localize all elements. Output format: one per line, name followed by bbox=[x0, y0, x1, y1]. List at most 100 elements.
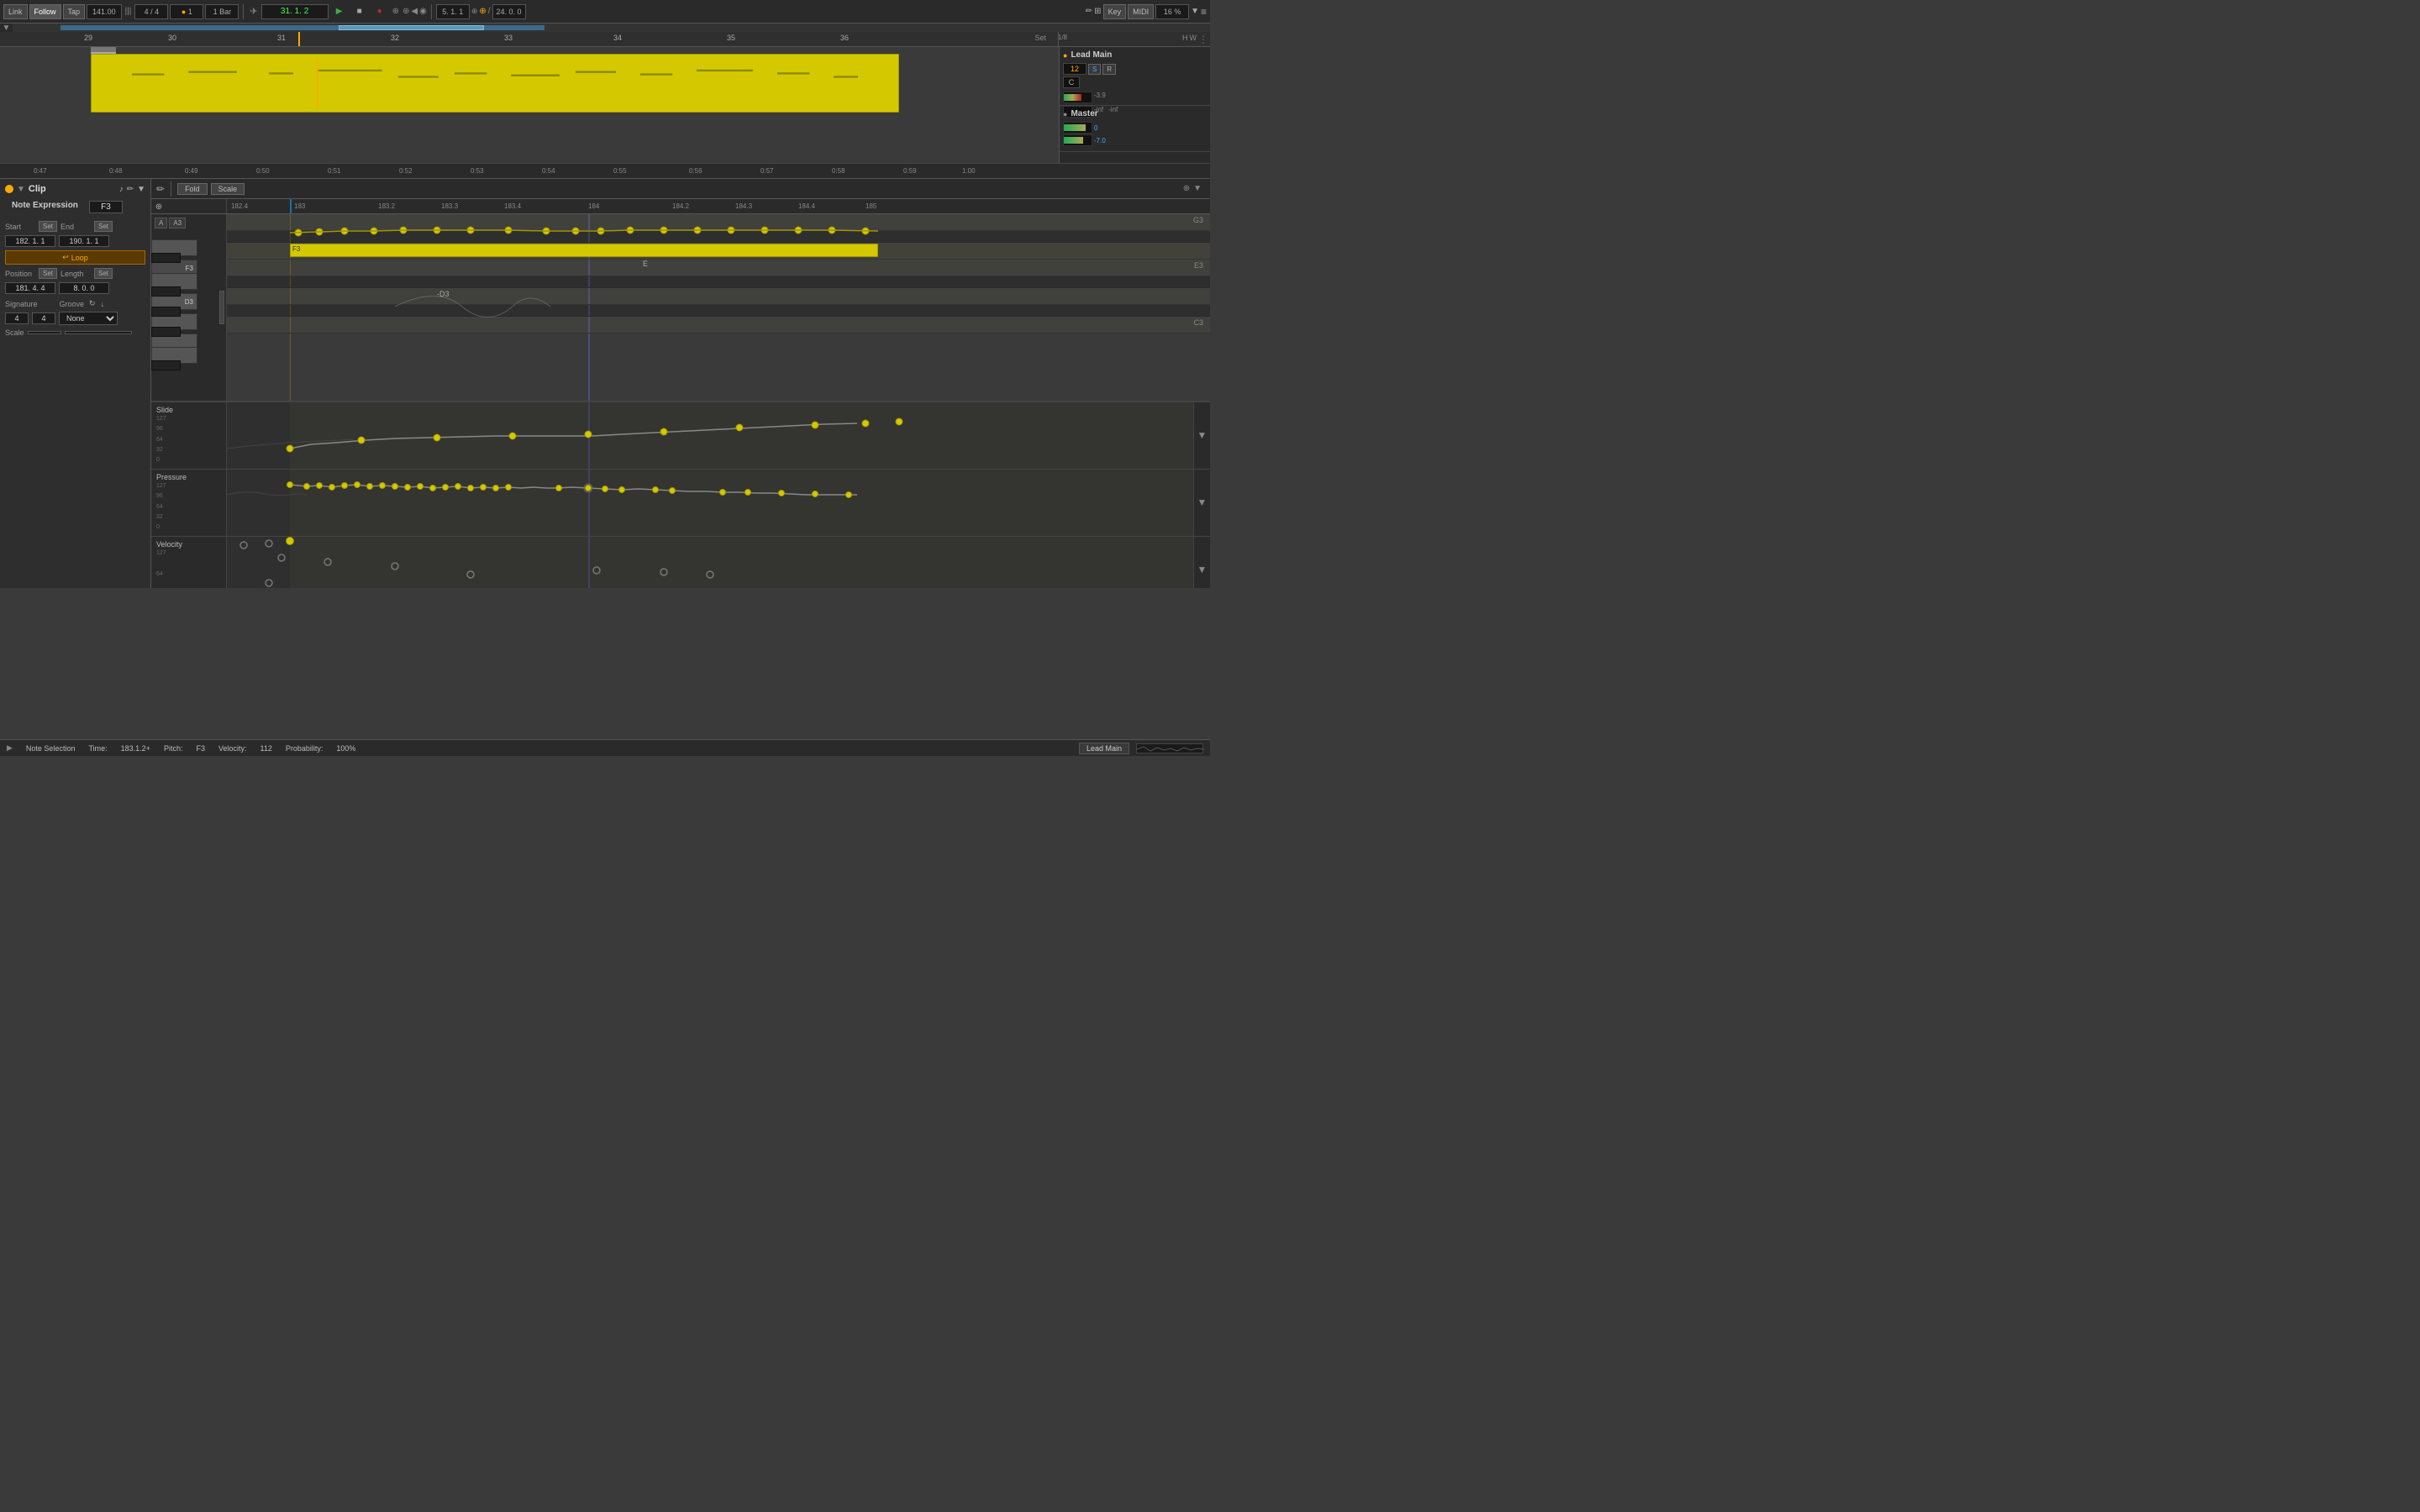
clip-note-icon[interactable]: ♪ bbox=[119, 185, 124, 194]
note-row-f3s bbox=[227, 231, 1210, 243]
length-value[interactable]: 8. 0. 0 bbox=[59, 282, 109, 294]
velocity-collapse-btn[interactable]: ▼ bbox=[1197, 564, 1207, 575]
piano-black-key-3[interactable] bbox=[151, 307, 181, 317]
master-vol2[interactable]: -7.0 bbox=[1094, 137, 1106, 144]
scale-mode-value[interactable] bbox=[65, 331, 132, 334]
zoom-display[interactable]: 16 % bbox=[1155, 4, 1189, 19]
piano-black-key-4[interactable] bbox=[151, 327, 181, 337]
status-velocity-label: Velocity: bbox=[218, 744, 247, 753]
ruler-mark-1833: 183.3 bbox=[441, 202, 458, 210]
piano-btn-a[interactable]: A bbox=[155, 218, 167, 228]
loop-length-display[interactable]: 1 Bar bbox=[205, 4, 239, 19]
top-toolbar: Link Follow Tap 141.00 ||| 4 / 4 ● 1 1 B… bbox=[0, 0, 1210, 24]
clip-title: Clip bbox=[29, 184, 46, 194]
slide-collapse-btn[interactable]: ▼ bbox=[1197, 429, 1207, 441]
arrangement-timecodes: 0:47 0:48 0:49 0:50 0:51 0:52 0:53 0:54 … bbox=[0, 163, 1210, 178]
velocity-content[interactable] bbox=[227, 537, 1193, 589]
midi-note-f3-main[interactable]: F3 bbox=[290, 244, 878, 257]
target-icon[interactable]: ⊕ bbox=[152, 200, 166, 213]
groove-select[interactable]: None bbox=[59, 312, 118, 325]
fold-button[interactable]: Fold bbox=[177, 183, 208, 195]
vu-left bbox=[1064, 94, 1081, 101]
quantize-display[interactable]: ● 1 bbox=[170, 4, 203, 19]
ruler-mark-31: 31 bbox=[277, 34, 286, 42]
piano-btn-a3[interactable]: A3 bbox=[169, 218, 186, 228]
position-value[interactable]: 181. 4. 4 bbox=[5, 282, 55, 294]
arr-nav-h[interactable]: H bbox=[1182, 34, 1188, 42]
status-play-btn[interactable]: ▶ bbox=[7, 743, 13, 753]
pressure-val-64: 64 bbox=[156, 504, 221, 510]
key-button[interactable]: Key bbox=[1103, 4, 1127, 19]
tc-048: 0:48 bbox=[109, 167, 123, 175]
ruler-mark-34: 34 bbox=[613, 34, 622, 42]
tap-button[interactable]: Tap bbox=[63, 4, 86, 19]
scale-root-value[interactable] bbox=[28, 331, 61, 334]
slide-content[interactable] bbox=[227, 402, 1193, 469]
sig-numerator[interactable]: 4 bbox=[5, 312, 29, 324]
link-button[interactable]: Link bbox=[3, 4, 28, 19]
status-waveform-svg bbox=[1137, 744, 1204, 754]
note-expression-value[interactable]: F3 bbox=[89, 201, 123, 213]
arr-nav-w[interactable]: W bbox=[1190, 34, 1197, 42]
position-display[interactable]: 31. 1. 2 bbox=[261, 4, 329, 19]
groove-commit-icon[interactable]: ↓ bbox=[101, 300, 105, 308]
arr-handle[interactable]: ⋮ bbox=[1198, 34, 1208, 45]
clip-chevron-icon[interactable]: ▼ bbox=[137, 185, 145, 194]
pressure-content[interactable] bbox=[227, 470, 1193, 536]
meter-left-display[interactable]: 5. 1. 1 bbox=[436, 4, 470, 19]
position-set-btn[interactable]: Set bbox=[39, 268, 57, 279]
velocity-dots bbox=[227, 537, 1193, 589]
pressure-val-0: 0 bbox=[156, 524, 221, 530]
arrangement-clip[interactable] bbox=[91, 54, 899, 113]
midi-button[interactable]: MIDI bbox=[1128, 4, 1154, 19]
note-editing-area[interactable]: G3 E3 E -D3 C3 F3 bbox=[227, 214, 1210, 401]
note-label-g3: G3 bbox=[1193, 216, 1203, 224]
tc-052: 0:52 bbox=[399, 167, 413, 175]
zoom-in-icon[interactable]: ⊕ bbox=[1183, 184, 1190, 193]
clip-pencil-icon[interactable]: ✏ bbox=[156, 183, 165, 195]
pressure-collapse-btn[interactable]: ▼ bbox=[1197, 496, 1207, 508]
end-value[interactable]: 190. 1. 1 bbox=[59, 235, 109, 247]
start-value[interactable]: 182. 1. 1 bbox=[5, 235, 55, 247]
clip-pen-icon[interactable]: ✏ bbox=[127, 185, 134, 194]
record-button[interactable]: ● bbox=[371, 4, 389, 19]
track-led: ● bbox=[1063, 51, 1067, 60]
status-velocity-value: 112 bbox=[260, 744, 272, 753]
groove-refresh-icon[interactable]: ↻ bbox=[89, 299, 96, 308]
note-ruler-playhead bbox=[290, 199, 292, 213]
tempo-display[interactable]: 141.00 bbox=[87, 4, 122, 19]
start-set-btn[interactable]: Set bbox=[39, 221, 57, 232]
piano-black-key-5[interactable] bbox=[151, 360, 181, 370]
scrub-viewport[interactable] bbox=[339, 25, 484, 30]
sig-denominator[interactable]: 4 bbox=[32, 312, 55, 324]
slide-val-0: 0 bbox=[156, 457, 221, 463]
end-set-btn[interactable]: Set bbox=[94, 221, 113, 232]
track-pan[interactable]: C bbox=[1063, 76, 1080, 88]
right-toolbar: ✏ ⊞ Key MIDI 16 % ▼ ≡ bbox=[1086, 4, 1207, 19]
slide-lane: Slide 127 96 64 32 0 bbox=[151, 402, 1210, 470]
pressure-lane: Pressure 127 96 64 32 0 bbox=[151, 470, 1210, 537]
piano-black-key-2[interactable] bbox=[151, 286, 181, 297]
piano-keys: A A3 F3 bbox=[151, 214, 227, 401]
pressure-lane-label: Pressure 127 96 64 32 0 bbox=[151, 470, 227, 536]
note-row-cs3 bbox=[227, 305, 1210, 317]
piano-black-key-1[interactable] bbox=[151, 253, 181, 263]
track-volume[interactable]: 12 bbox=[1063, 63, 1086, 75]
track-solo[interactable]: S bbox=[1088, 64, 1101, 75]
time-sig-display[interactable]: 4 / 4 bbox=[134, 4, 168, 19]
track-record[interactable]: R bbox=[1102, 64, 1116, 75]
note-label-d3-mid: -D3 bbox=[437, 290, 450, 298]
follow-button[interactable]: Follow bbox=[29, 4, 61, 19]
stop-button[interactable]: ■ bbox=[350, 4, 369, 19]
meter-right-display[interactable]: 24. 0. 0 bbox=[492, 4, 526, 19]
arrangement-scrub[interactable]: ▼ bbox=[0, 24, 1210, 32]
scale-button[interactable]: Scale bbox=[211, 183, 245, 195]
length-set-btn[interactable]: Set bbox=[94, 268, 113, 279]
loop-button[interactable]: ↩ Loop bbox=[5, 250, 145, 265]
master-vol1[interactable]: 0 bbox=[1094, 124, 1097, 132]
tc-054: 0:54 bbox=[542, 167, 555, 175]
pressure-val-127: 127 bbox=[156, 483, 221, 489]
expand-icon[interactable]: ▼ bbox=[1193, 184, 1202, 193]
play-button[interactable]: ▶ bbox=[330, 4, 349, 19]
piano-keys-visual: F3 D3 bbox=[151, 239, 226, 401]
